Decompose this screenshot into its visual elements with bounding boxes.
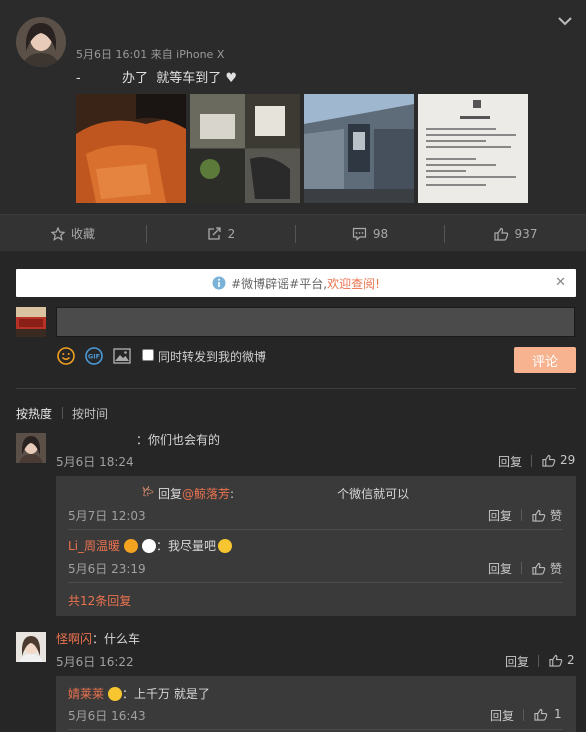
post-card: 5月6日 16:01 来自 iPhone X - 办了 就等车到了 ♥ <box>0 0 586 214</box>
notice-link[interactable]: 欢迎查阅! <box>327 275 380 292</box>
info-icon <box>212 276 226 290</box>
author-avatar[interactable] <box>16 17 66 67</box>
comment-like-button[interactable]: 29 <box>542 453 575 467</box>
rumor-notice-banner[interactable]: #微博辟谣#平台, 欢迎查阅! ✕ <box>16 269 576 297</box>
post-image-1[interactable] <box>76 94 186 203</box>
repost-button[interactable]: 2 <box>147 215 295 252</box>
emoji-icon[interactable] <box>56 346 76 366</box>
repost-checkbox[interactable] <box>142 349 154 361</box>
divider <box>538 655 539 667</box>
comment-count: 98 <box>372 226 389 241</box>
chevron-down-icon[interactable] <box>558 16 572 26</box>
comment-like-button[interactable]: 2 <box>549 653 575 667</box>
commenter-avatar[interactable] <box>16 632 46 662</box>
reply-username[interactable]: Li_周温暖 <box>68 537 120 554</box>
repost-icon <box>208 226 221 240</box>
thumbs-up-icon <box>493 227 508 241</box>
emoji-icon <box>108 686 123 701</box>
reply-button[interactable]: 回复 <box>490 707 514 724</box>
like-count: 29 <box>560 453 576 467</box>
thumbs-up-icon <box>534 708 548 721</box>
like-count: 937 <box>514 226 538 241</box>
favorite-button[interactable]: 收藏 <box>0 215 146 252</box>
comment-input[interactable] <box>56 307 575 337</box>
post-text: - 办了 就等车到了 ♥ <box>76 71 238 86</box>
post-image-3[interactable] <box>304 94 414 203</box>
submit-comment-button[interactable]: 评论 <box>514 347 576 373</box>
reply-button[interactable]: 回复 <box>488 560 512 577</box>
action-bar: 收藏 2 98 937 <box>0 214 586 251</box>
close-icon[interactable]: ✕ <box>555 275 566 290</box>
reply-date: 5月6日 23:19 <box>68 562 146 576</box>
commenter-username[interactable]: 怪啊闪 <box>56 632 92 646</box>
thumbs-up-icon <box>532 562 546 575</box>
reply-like-button[interactable]: 1 <box>534 707 562 721</box>
favorite-label: 收藏 <box>70 227 95 241</box>
commenter-avatar[interactable] <box>16 433 46 463</box>
reply-date: 5月7日 12:03 <box>68 509 146 523</box>
reply-button[interactable]: 回复 <box>498 453 522 470</box>
my-avatar <box>16 307 46 337</box>
divider <box>521 562 522 574</box>
svg-text:GIF: GIF <box>88 353 100 361</box>
reply-date: 5月6日 16:43 <box>68 709 146 723</box>
star-icon <box>50 226 65 241</box>
comment-icon <box>352 227 366 241</box>
post-meta: 5月6日 16:01 来自 iPhone X <box>76 48 225 61</box>
thumbs-up-icon <box>549 654 563 667</box>
comment-section: #微博辟谣#平台, 欢迎查阅! ✕ GIF 同时转发到我的微博 评论 按热度 按时… <box>0 251 586 732</box>
divider <box>68 582 563 583</box>
reply-like-button[interactable]: 赞 <box>532 507 562 524</box>
repost-count: 2 <box>227 226 236 241</box>
like-count: 2 <box>567 653 575 667</box>
post-image-2[interactable] <box>190 94 300 203</box>
comment-date: 5月6日 18:24 <box>56 455 134 469</box>
mention-link[interactable]: @鲸落芳 <box>182 487 230 501</box>
more-replies-link[interactable]: 共12条回复 <box>68 592 131 609</box>
notice-text: #微博辟谣#平台, <box>231 276 328 291</box>
sort-by-time-tab[interactable]: 按时间 <box>72 405 108 422</box>
divider <box>68 529 563 530</box>
thumbs-up-icon <box>542 454 556 467</box>
image-icon[interactable] <box>112 346 132 366</box>
comment-date: 5月6日 16:22 <box>56 655 134 669</box>
reply-button[interactable]: 回复 <box>488 507 512 524</box>
thumbs-up-icon <box>532 509 546 522</box>
reply-thread: 𐂂 回复@鲸落芳: 个微信就可以 5月7日 12:03 回复 赞 Li_周温暖 … <box>56 476 576 616</box>
emoji-icon <box>142 538 157 553</box>
gif-icon[interactable]: GIF <box>84 346 104 366</box>
emoji-icon <box>124 538 139 553</box>
divider <box>521 509 522 521</box>
reply-like-button[interactable]: 赞 <box>532 560 562 577</box>
repost-checkbox-label: 同时转发到我的微博 <box>158 350 267 364</box>
divider <box>16 388 576 389</box>
divider <box>523 709 524 721</box>
reply-username[interactable]: 婧莱莱 <box>68 685 104 702</box>
divider <box>531 455 532 467</box>
reply-text: Li_周温暖 ：我尽量吧 <box>68 537 233 554</box>
sort-divider <box>62 407 63 419</box>
reply-text: 回复@鲸落芳: 个微信就可以 <box>158 487 410 501</box>
sort-by-hot-tab[interactable]: 按热度 <box>16 405 52 422</box>
reply-text: 婧莱莱 ：上千万 就是了 <box>68 685 210 702</box>
reply-button[interactable]: 回复 <box>505 653 529 670</box>
emoji-icon: 𐂂 <box>142 486 154 499</box>
comment-button[interactable]: 98 <box>296 215 444 252</box>
reply-thread: 婧莱莱 ：上千万 就是了 5月6日 16:43 回复 1 <box>56 676 576 732</box>
like-button[interactable]: 937 <box>445 215 586 252</box>
post-image-4[interactable] <box>418 94 528 203</box>
comment-text: ：你们也会有的 <box>136 433 221 447</box>
comment-text: 怪啊闪：什么车 <box>56 632 141 646</box>
divider <box>68 729 563 730</box>
emoji-icon <box>218 538 233 553</box>
